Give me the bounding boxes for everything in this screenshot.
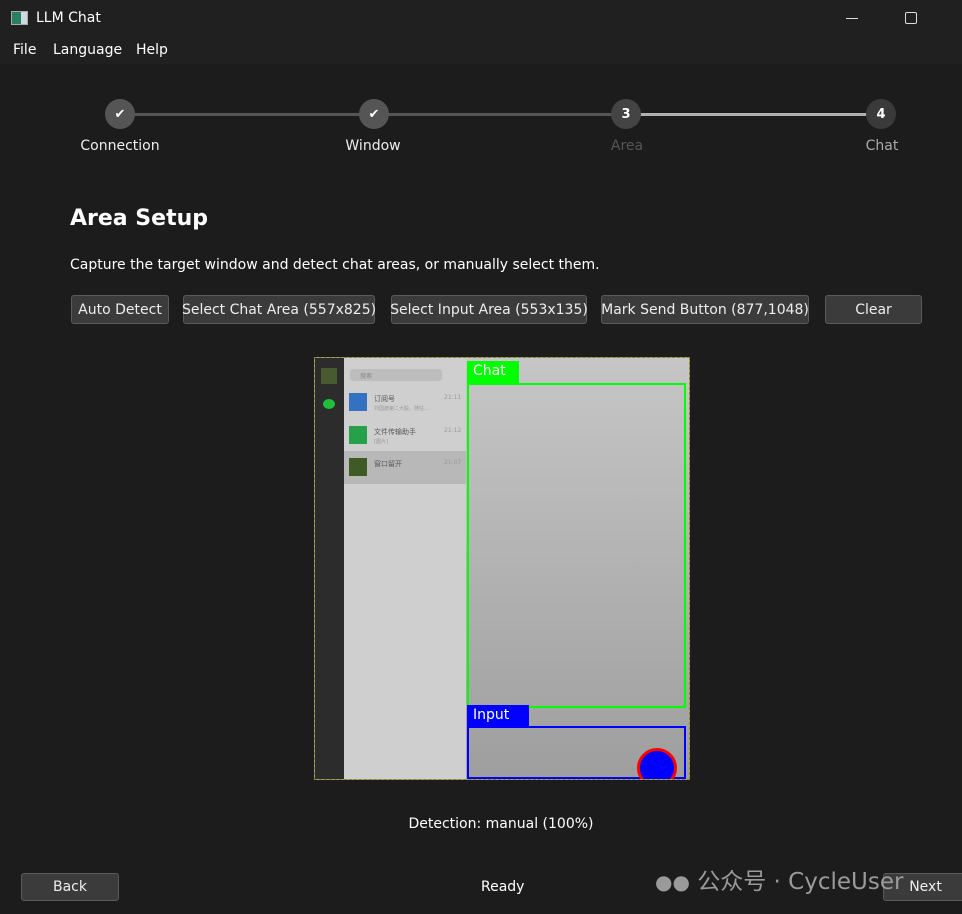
menu-language[interactable]: Language <box>53 42 122 58</box>
step-label-chat: Chat <box>865 138 899 154</box>
contact-icon <box>349 458 367 476</box>
select-chat-area-button[interactable]: Select Chat Area (557x825) <box>182 295 376 324</box>
app-icon <box>11 11 28 25</box>
preview-avatar <box>321 368 337 384</box>
input-area-label: Input <box>467 705 529 726</box>
contact-icon <box>349 393 367 411</box>
stepper-line-pending <box>626 113 881 116</box>
capture-preview[interactable]: 搜索 订阅号 21:11 刘国旗第二大股，随往... 文件传输助手 21:12 … <box>314 357 690 780</box>
step-label-area: Area <box>610 138 644 154</box>
wechat-icon: ●● <box>655 870 690 894</box>
maximize-button[interactable] <box>905 12 917 24</box>
step-window-check-icon[interactable]: ✔ <box>359 99 389 129</box>
page-title: Area Setup <box>70 206 208 231</box>
menu-file[interactable]: File <box>13 42 36 58</box>
mark-send-button[interactable]: Mark Send Button (877,1048) <box>601 295 809 324</box>
step-chat-circle[interactable]: 4 <box>866 99 896 129</box>
step-connection-check-icon[interactable]: ✔ <box>105 99 135 129</box>
auto-detect-button[interactable]: Auto Detect <box>71 295 169 324</box>
contact-preview: 刘国旗第二大股，随往... <box>374 406 429 412</box>
menu-help[interactable]: Help <box>136 42 168 58</box>
minimize-button[interactable] <box>846 18 858 19</box>
chat-area-label: Chat <box>467 361 519 383</box>
step-label-window: Window <box>345 138 401 154</box>
window-title: LLM Chat <box>36 10 101 26</box>
page-description: Capture the target window and detect cha… <box>70 257 600 273</box>
title-bar <box>0 0 962 38</box>
chat-area-box[interactable] <box>467 383 686 708</box>
clear-button[interactable]: Clear <box>825 295 922 324</box>
contact-name: 文件传输助手 <box>374 428 416 436</box>
chat-bubble-icon <box>323 399 335 409</box>
step-area-circle[interactable]: 3 <box>611 99 641 129</box>
step-label-connection: Connection <box>80 138 160 154</box>
preview-contact-list: 搜索 订阅号 21:11 刘国旗第二大股，随往... 文件传输助手 21:12 … <box>344 358 466 779</box>
contact-icon <box>349 426 367 444</box>
contact-name: 订阅号 <box>374 395 395 403</box>
contact-time: 21:12 <box>444 427 462 434</box>
contact-time: 21:11 <box>444 394 462 401</box>
contact-name: 窗口留开 <box>374 460 402 468</box>
contact-time: 21:07 <box>444 459 462 466</box>
send-button-marker[interactable] <box>637 748 677 779</box>
preview-sidebar <box>315 358 344 779</box>
watermark: ●● 公众号 · CycleUser <box>655 869 904 895</box>
detection-status: Detection: manual (100%) <box>408 816 594 832</box>
back-button[interactable]: Back <box>21 873 119 901</box>
contact-preview: [图片] <box>374 439 388 445</box>
select-input-area-button[interactable]: Select Input Area (553x135) <box>390 295 588 324</box>
preview-search: 搜索 <box>350 369 442 381</box>
status-text: Ready <box>481 879 525 895</box>
